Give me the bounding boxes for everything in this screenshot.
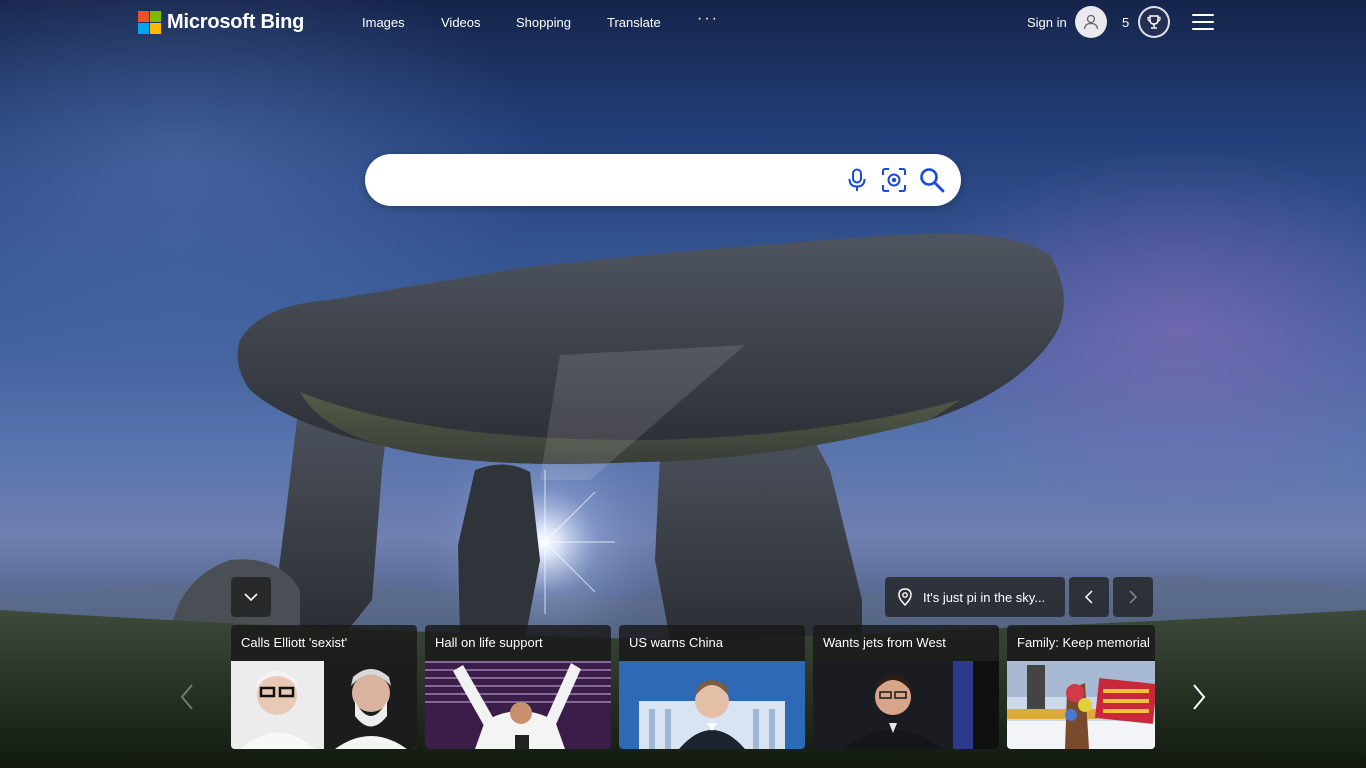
nav-shopping[interactable]: Shopping [516,15,571,30]
carousel-next-button[interactable] [1187,680,1211,714]
sign-in-button[interactable]: Sign in [1027,6,1107,38]
news-headline: Hall on life support [425,625,611,661]
logo-text: Microsoft Bing [167,10,305,33]
microsoft-logo-icon [138,10,161,34]
news-headline: US warns China [619,625,805,661]
nav-translate[interactable]: Translate [607,15,661,30]
trophy-icon [1138,6,1171,38]
search-icon[interactable] [919,167,945,193]
microphone-icon[interactable] [844,167,870,193]
previous-image-button[interactable] [1069,577,1109,617]
search-box [365,154,961,206]
nav-videos[interactable]: Videos [441,15,481,30]
news-card[interactable]: Family: Keep memorial [1007,625,1155,749]
news-card[interactable]: US warns China [619,625,805,749]
news-image [619,661,805,749]
avatar [1074,6,1107,38]
chevron-right-icon [1129,590,1138,604]
carousel-prev-button[interactable] [175,680,199,714]
rewards-button[interactable]: 5 [1122,6,1171,38]
news-card[interactable]: Calls Elliott 'sexist' [231,625,417,749]
news-headline: Family: Keep memorial [1007,625,1155,661]
chevron-right-icon [1193,684,1206,710]
news-card[interactable]: Hall on life support [425,625,611,749]
news-image [425,661,611,749]
chevron-left-icon [180,684,193,710]
sign-in-label: Sign in [1027,14,1067,30]
location-pin-icon [898,588,912,606]
bing-logo[interactable]: Microsoft Bing [138,10,304,34]
news-headline: Wants jets from West [813,625,999,661]
person-icon [1083,14,1098,30]
news-carousel: Calls Elliott 'sexist' Hall on life supp… [231,625,1155,749]
search-input[interactable] [387,166,827,194]
collapse-feed-button[interactable] [231,577,271,617]
nav-more-button[interactable]: ··· [697,10,719,28]
visual-search-icon[interactable] [881,167,907,193]
news-headline: Calls Elliott 'sexist' [231,625,417,661]
rewards-points: 5 [1122,14,1130,30]
chevron-left-icon [1084,590,1093,604]
menu-icon[interactable] [1192,14,1214,30]
nav-images[interactable]: Images [362,15,405,30]
image-info-button[interactable]: It's just pi in the sky... [885,577,1065,617]
chevron-down-icon [244,593,258,602]
news-image [1007,661,1155,749]
news-card[interactable]: Wants jets from West [813,625,999,749]
news-image [231,661,417,749]
news-image [813,661,999,749]
image-caption: It's just pi in the sky... [923,589,1046,605]
next-image-button[interactable] [1113,577,1153,617]
